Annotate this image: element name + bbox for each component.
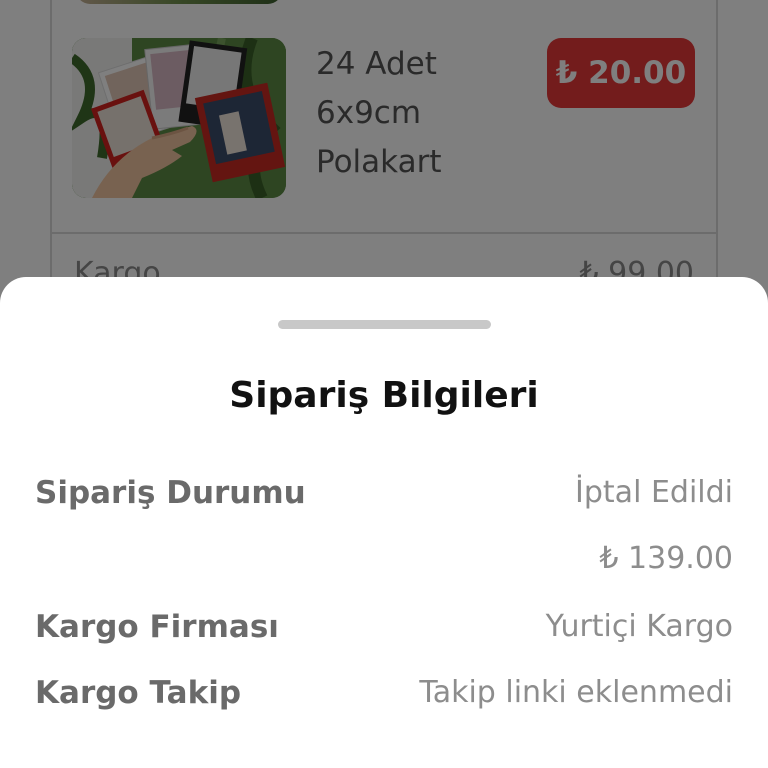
shipping-company-label: Kargo Firması — [35, 609, 279, 645]
order-detail-screen: 24 Adet 6x9cm Polakart ₺ 20.00 Kargo ₺ 9… — [0, 0, 768, 768]
order-total-value: ₺ 139.00 — [599, 541, 733, 576]
shipping-tracking-row: Kargo Takip Takip linki eklenmedi — [35, 675, 733, 719]
sheet-title: Sipariş Bilgileri — [229, 375, 539, 416]
order-status-row: Sipariş Durumu İptal Edildi — [35, 475, 733, 519]
order-status-value: İptal Edildi — [575, 475, 733, 510]
shipping-company-value: Yurtiçi Kargo — [545, 609, 733, 644]
sheet-drag-handle[interactable] — [278, 320, 491, 329]
shipping-tracking-value: Takip linki eklenmedi — [419, 675, 733, 710]
order-info-bottom-sheet: Sipariş Bilgileri Sipariş Durumu İptal E… — [0, 277, 768, 768]
order-total-row: ₺ 139.00 — [35, 541, 733, 585]
shipping-company-row: Kargo Firması Yurtiçi Kargo — [35, 609, 733, 653]
shipping-tracking-label: Kargo Takip — [35, 675, 242, 711]
order-status-label: Sipariş Durumu — [35, 475, 306, 511]
